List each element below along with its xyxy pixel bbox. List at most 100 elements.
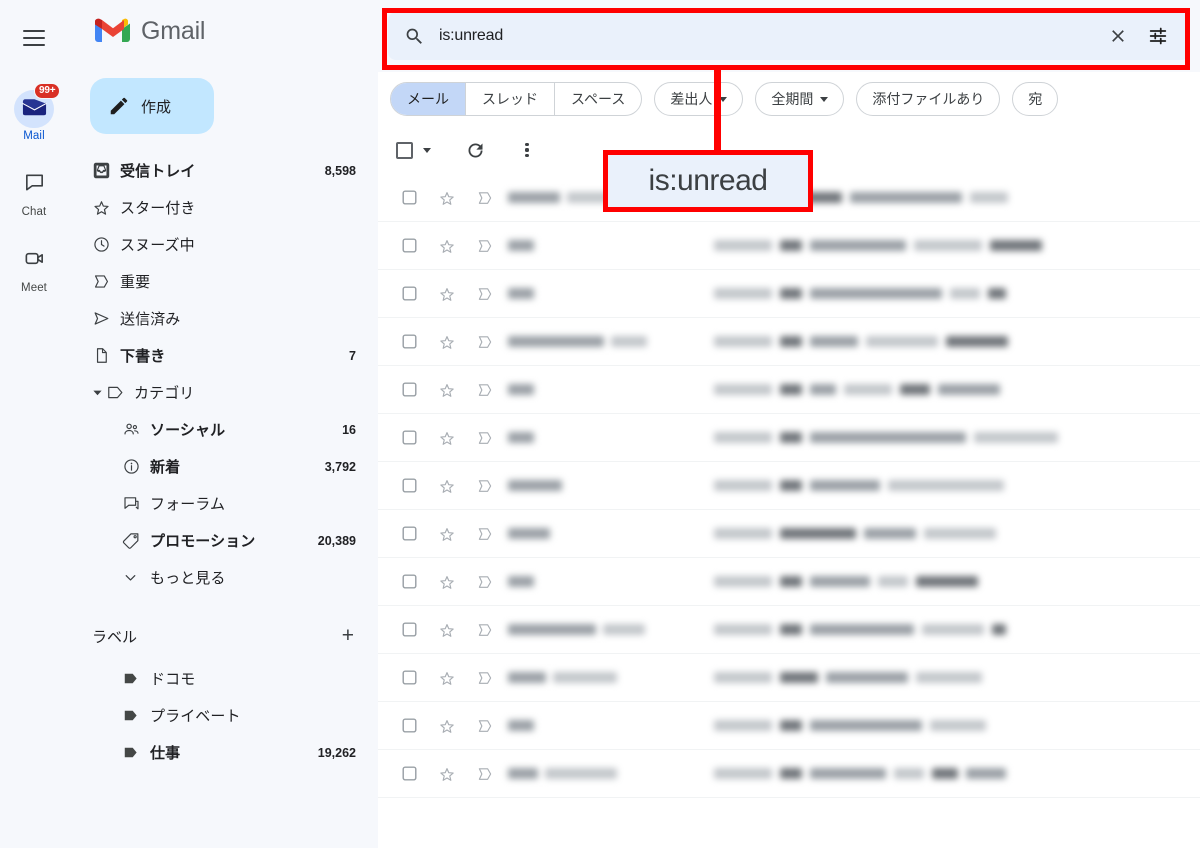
- sidebar-item-下書き[interactable]: 下書き 7: [68, 337, 378, 374]
- table-row[interactable]: [378, 366, 1200, 414]
- row-checkbox[interactable]: [390, 237, 428, 254]
- sidebar-item-more[interactable]: もっと見る: [68, 559, 378, 596]
- filter-chip-添付ファイルあり[interactable]: 添付ファイルあり: [856, 82, 1001, 116]
- video-camera-icon: [7, 244, 61, 278]
- row-star-icon[interactable]: [428, 381, 466, 399]
- select-all-checkbox[interactable]: [390, 141, 431, 159]
- redacted-text: [508, 576, 534, 587]
- table-row[interactable]: [378, 318, 1200, 366]
- row-important-icon[interactable]: [466, 573, 504, 591]
- sidebar-item-label: 受信トレイ: [120, 163, 196, 180]
- redacted-text: [780, 624, 802, 635]
- row-star-icon[interactable]: [428, 573, 466, 591]
- table-row[interactable]: [378, 654, 1200, 702]
- table-row[interactable]: [378, 510, 1200, 558]
- row-important-icon[interactable]: [466, 525, 504, 543]
- row-important-icon[interactable]: [466, 381, 504, 399]
- row-important-icon[interactable]: [466, 333, 504, 351]
- sidebar-item-送信済み[interactable]: 送信済み: [68, 300, 378, 337]
- search-input[interactable]: [425, 27, 1100, 45]
- row-important-icon[interactable]: [466, 669, 504, 687]
- row-checkbox[interactable]: [390, 333, 428, 350]
- table-row[interactable]: [378, 462, 1200, 510]
- row-sender: [504, 480, 704, 491]
- sidebar-item-スヌーズ中[interactable]: スヌーズ中: [68, 226, 378, 263]
- sidebar-item-category[interactable]: カテゴリ: [68, 374, 378, 411]
- row-checkbox[interactable]: [390, 477, 428, 494]
- filter-chip-宛[interactable]: 宛: [1012, 82, 1059, 116]
- row-important-icon[interactable]: [466, 621, 504, 639]
- more-options-icon[interactable]: [507, 130, 547, 170]
- row-star-icon[interactable]: [428, 717, 466, 735]
- sidebar-item-重要[interactable]: 重要: [68, 263, 378, 300]
- sidebar-item-プライベート[interactable]: プライベート: [68, 697, 378, 734]
- row-checkbox[interactable]: [390, 381, 428, 398]
- sidebar-item-新着[interactable]: 新着 3,792: [68, 448, 378, 485]
- table-row[interactable]: [378, 702, 1200, 750]
- row-checkbox[interactable]: [390, 285, 428, 302]
- row-checkbox[interactable]: [390, 573, 428, 590]
- row-important-icon[interactable]: [466, 285, 504, 303]
- filter-chip-全期間[interactable]: 全期間: [755, 82, 845, 116]
- sidebar-item-仕事[interactable]: 仕事 19,262: [68, 734, 378, 771]
- row-star-icon[interactable]: [428, 285, 466, 303]
- segment-メール[interactable]: メール: [391, 83, 466, 115]
- row-checkbox[interactable]: [390, 525, 428, 542]
- row-important-icon[interactable]: [466, 765, 504, 783]
- row-important-icon[interactable]: [466, 717, 504, 735]
- sidebar-labels: ドコモ プライベート 仕事 19,262: [68, 660, 378, 771]
- table-row[interactable]: [378, 750, 1200, 798]
- caret-down-icon[interactable]: [90, 387, 104, 398]
- refresh-icon[interactable]: [455, 130, 495, 170]
- table-row[interactable]: [378, 606, 1200, 654]
- sidebar-item-スター付き[interactable]: スター付き: [68, 189, 378, 226]
- row-star-icon[interactable]: [428, 477, 466, 495]
- filter-chip-差出人[interactable]: 差出人: [654, 82, 744, 116]
- segment-スペース[interactable]: スペース: [555, 83, 641, 115]
- sidebar-item-受信トレイ[interactable]: 受信トレイ 8,598: [68, 152, 378, 189]
- compose-button[interactable]: 作成: [90, 78, 214, 134]
- search-bar[interactable]: [388, 12, 1190, 60]
- add-label-button[interactable]: +: [342, 625, 354, 646]
- row-sender: [504, 384, 704, 395]
- rail-item-chat[interactable]: Chat: [0, 168, 68, 218]
- rail-item-mail[interactable]: 99+ Mail: [0, 83, 68, 142]
- row-subject: [704, 576, 1200, 587]
- segment-スレッド[interactable]: スレッド: [466, 83, 555, 115]
- caret-down-icon[interactable]: [423, 147, 431, 153]
- sidebar-item-プロモーション[interactable]: プロモーション 20,389: [68, 522, 378, 559]
- sidebar-item-ドコモ[interactable]: ドコモ: [68, 660, 378, 697]
- row-star-icon[interactable]: [428, 333, 466, 351]
- sidebar-item-label: プロモーション: [150, 533, 256, 550]
- row-important-icon[interactable]: [466, 237, 504, 255]
- table-row[interactable]: [378, 270, 1200, 318]
- row-star-icon[interactable]: [428, 429, 466, 447]
- table-row[interactable]: [378, 558, 1200, 606]
- filter-options-icon[interactable]: [1140, 25, 1176, 47]
- row-important-icon[interactable]: [466, 189, 504, 207]
- sidebar-item-フォーラム[interactable]: フォーラム: [68, 485, 378, 522]
- sidebar-item-ソーシャル[interactable]: ソーシャル 16: [68, 411, 378, 448]
- hamburger-icon[interactable]: [10, 14, 58, 62]
- row-star-icon[interactable]: [428, 189, 466, 207]
- table-row[interactable]: [378, 414, 1200, 462]
- row-star-icon[interactable]: [428, 621, 466, 639]
- row-star-icon[interactable]: [428, 669, 466, 687]
- redacted-text: [810, 720, 922, 731]
- row-checkbox[interactable]: [390, 429, 428, 446]
- rail-item-meet[interactable]: Meet: [0, 244, 68, 294]
- table-row[interactable]: [378, 222, 1200, 270]
- row-star-icon[interactable]: [428, 525, 466, 543]
- annotation-connector-line: [714, 66, 721, 158]
- row-checkbox[interactable]: [390, 717, 428, 734]
- row-checkbox[interactable]: [390, 669, 428, 686]
- row-checkbox[interactable]: [390, 621, 428, 638]
- row-star-icon[interactable]: [428, 237, 466, 255]
- row-star-icon[interactable]: [428, 765, 466, 783]
- row-checkbox[interactable]: [390, 189, 428, 206]
- row-important-icon[interactable]: [466, 477, 504, 495]
- close-icon[interactable]: [1100, 26, 1136, 46]
- row-checkbox[interactable]: [390, 765, 428, 782]
- row-important-icon[interactable]: [466, 429, 504, 447]
- sidebar-item-count: 8,598: [324, 163, 356, 178]
